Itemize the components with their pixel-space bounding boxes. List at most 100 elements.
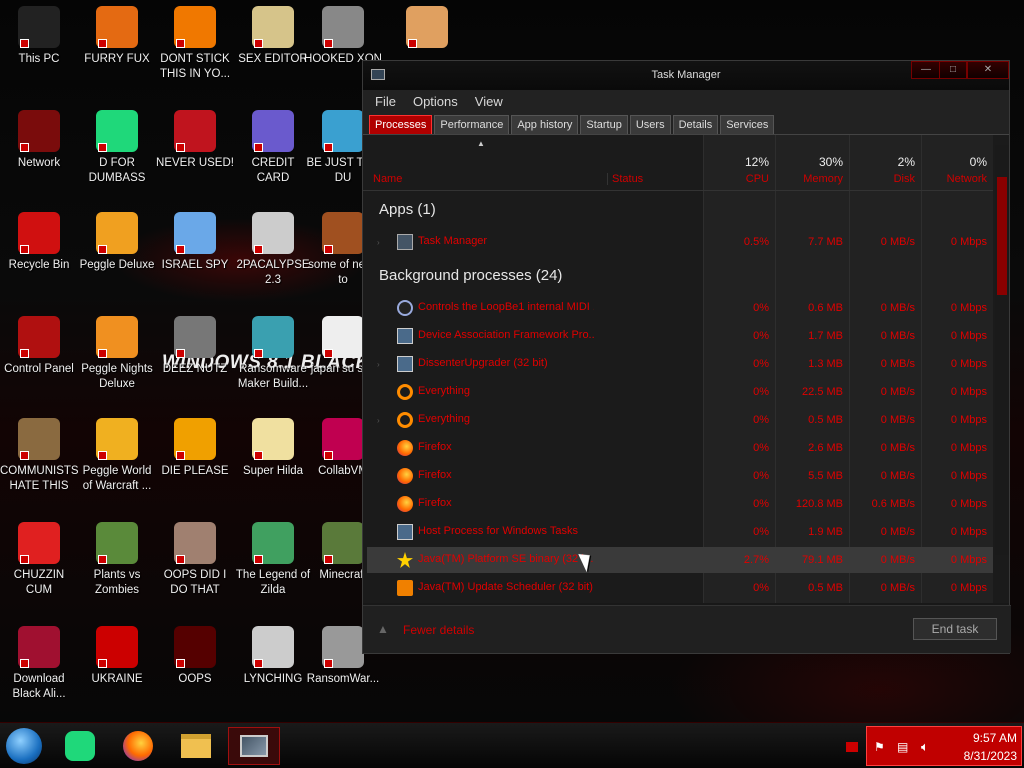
tab-startup[interactable]: Startup <box>580 115 628 134</box>
process-row[interactable]: Controls the LoopBe1 internal MIDI ... 0%… <box>367 295 993 321</box>
desktop-icon[interactable]: Ransomware Maker Build... <box>234 316 312 392</box>
menu-options[interactable]: Options <box>413 94 458 109</box>
app-shortcut-icon <box>252 626 294 668</box>
volume-icon[interactable]: 🔈︎ <box>921 739 929 755</box>
desktop-icon-label: The Legend of Zilda <box>235 569 311 596</box>
taskbar-file-explorer[interactable] <box>176 727 216 765</box>
process-row[interactable]: Firefox 0% 120.8 MB 0.6 MB/s 0 Mbps <box>367 491 993 517</box>
taskbar-firefox[interactable] <box>118 727 158 765</box>
start-button[interactable] <box>4 727 44 765</box>
desktop-icon[interactable]: Download Black Ali... <box>0 626 78 702</box>
desktop-icon[interactable]: Super Hilda <box>234 418 312 479</box>
shortcut-badge-icon <box>254 143 263 152</box>
col-status[interactable]: Status <box>607 173 643 185</box>
tab-performance[interactable]: Performance <box>434 115 510 134</box>
task-manager-window[interactable]: Task Manager — □ ✕ File Options View Pro… <box>362 60 1011 654</box>
desktop-icon[interactable] <box>388 6 466 52</box>
expand-chevron-icon[interactable]: › <box>377 360 380 369</box>
process-row[interactable]: Device Association Framework Pro... 0% 1.7… <box>367 323 993 349</box>
maximize-button[interactable]: □ <box>939 61 967 79</box>
desktop-icon-label: FURRY FUX <box>84 53 150 65</box>
desktop-icon[interactable]: Peggle World of Warcraft ... <box>78 418 156 494</box>
flag-icon[interactable]: ⚑ <box>874 740 885 754</box>
taskbar-app-1[interactable] <box>60 727 100 765</box>
process-row[interactable]: Everything 0% 22.5 MB 0 MB/s 0 Mbps <box>367 379 993 405</box>
desktop-icon[interactable]: CHUZZIN CUM <box>0 522 78 598</box>
start-orb-icon <box>6 728 42 764</box>
minimize-button[interactable]: — <box>911 61 941 79</box>
desktop-icon[interactable]: Control Panel <box>0 316 78 377</box>
shortcut-badge-icon <box>324 555 333 564</box>
desktop-icon[interactable]: DONT STICK THIS IN YO... <box>156 6 234 82</box>
desktop-icon[interactable]: COMMUNISTS HATE THIS G... <box>0 418 78 494</box>
expand-chevron-icon[interactable]: › <box>377 238 380 247</box>
col-cpu[interactable]: CPU <box>703 173 769 185</box>
desktop-icon[interactable]: Peggle Deluxe <box>78 212 156 273</box>
shortcut-badge-icon <box>324 245 333 254</box>
desktop-icon[interactable]: D FOR DUMBASS <box>78 110 156 186</box>
tab-app-history[interactable]: App history <box>511 115 579 134</box>
chat-app-icon <box>65 731 95 761</box>
process-row[interactable]: Java(TM) Update Scheduler (32 bit) 0% 0.5 … <box>367 575 993 601</box>
shortcut-badge-icon <box>324 349 333 358</box>
taskbar-task-manager[interactable] <box>228 727 280 765</box>
desktop-icon[interactable]: NEVER USED! <box>156 110 234 171</box>
process-cpu: 0% <box>753 470 769 482</box>
app-shortcut-icon <box>406 6 448 48</box>
menu-view[interactable]: View <box>475 94 503 109</box>
process-row[interactable]: Host Process for Windows Tasks 0% 1.9 MB 0 … <box>367 519 993 545</box>
shortcut-badge-icon <box>254 349 263 358</box>
menu-file[interactable]: File <box>375 94 396 109</box>
app-shortcut-icon <box>174 522 216 564</box>
desktop-icon[interactable]: Recycle Bin <box>0 212 78 273</box>
chevron-up-icon[interactable]: ▲ <box>377 622 389 636</box>
tab-users[interactable]: Users <box>629 115 671 134</box>
scrollbar[interactable] <box>995 145 1009 555</box>
process-row[interactable]: Firefox 0% 5.5 MB 0 MB/s 0 Mbps <box>367 463 993 489</box>
clock[interactable]: 9:57 AM 8/31/2023 <box>964 729 1017 765</box>
process-row[interactable]: Firefox 0% 2.6 MB 0 MB/s 0 Mbps <box>367 435 993 461</box>
desktop-icon[interactable]: SEX EDITOR <box>234 6 312 67</box>
desktop-icon[interactable]: FURRY FUX <box>78 6 156 67</box>
col-disk[interactable]: Disk <box>849 173 915 185</box>
desktop-icon[interactable]: OOPS DID I DO THAT <box>156 522 234 598</box>
close-button[interactable]: ✕ <box>967 61 1009 79</box>
desktop-icon[interactable]: OOPS <box>156 626 234 687</box>
notification-icon[interactable] <box>846 742 858 752</box>
desktop-icon[interactable]: CREDIT CARD CHECKER <box>234 110 312 186</box>
shortcut-badge-icon <box>98 245 107 254</box>
desktop-icon[interactable]: UKRAINE <box>78 626 156 687</box>
desktop-icon[interactable]: DEEZ NUTZ <box>156 316 234 377</box>
desktop-icon[interactable]: Plants vs Zombies <box>78 522 156 598</box>
process-row[interactable]: Java(TM) Platform SE binary (32 b... 2.7%… <box>367 547 993 573</box>
col-network[interactable]: Network <box>921 173 987 185</box>
desktop-icon[interactable]: LYNCHING <box>234 626 312 687</box>
network-icon[interactable]: ▤ <box>897 740 908 754</box>
desktop-icon[interactable]: Network <box>0 110 78 171</box>
process-name: Java(TM) Platform SE binary (32 b... <box>418 553 594 565</box>
desktop-icon[interactable]: 2PACALYPSE 2.3 <box>234 212 312 288</box>
desktop-icon[interactable]: ISRAEL SPY <box>156 212 234 273</box>
fewer-details-link[interactable]: Fewer details <box>403 623 474 637</box>
process-row[interactable]: › DissenterUpgrader (32 bit) 0% 1.3 MB 0 MB/… <box>367 351 993 377</box>
title-bar[interactable]: Task Manager — □ ✕ <box>363 61 1009 90</box>
app-shortcut-icon <box>174 212 216 254</box>
tab-details[interactable]: Details <box>672 115 719 134</box>
col-name[interactable]: Name <box>373 173 402 185</box>
process-row[interactable]: › Everything 0% 0.5 MB 0 MB/s 0 Mbps <box>367 407 993 433</box>
desktop-icon[interactable]: HOOKED XON <box>304 6 382 67</box>
process-row[interactable]: › Task Manager 0.5% 7.7 MB 0 MB/s 0 Mbps <box>367 229 993 255</box>
process-list: ▲ Name Status 12% CPU 30% Memory 2% Disk… <box>363 135 1009 603</box>
tab-services[interactable]: Services <box>720 115 775 134</box>
end-task-button[interactable]: End task <box>913 618 997 640</box>
process-net: 0 Mbps <box>950 358 987 370</box>
desktop-icon[interactable]: The Legend of Zilda <box>234 522 312 598</box>
desktop-icon[interactable]: This PC <box>0 6 78 67</box>
expand-chevron-icon[interactable]: › <box>377 416 380 425</box>
clock-time: 9:57 AM <box>972 731 1017 745</box>
col-memory[interactable]: Memory <box>775 173 843 185</box>
tab-processes[interactable]: Processes <box>369 115 433 134</box>
desktop-icon[interactable]: DIE PLEASE <box>156 418 234 479</box>
desktop-icon[interactable]: Peggle Nights Deluxe <box>78 316 156 392</box>
scrollbar-thumb[interactable] <box>997 177 1007 295</box>
